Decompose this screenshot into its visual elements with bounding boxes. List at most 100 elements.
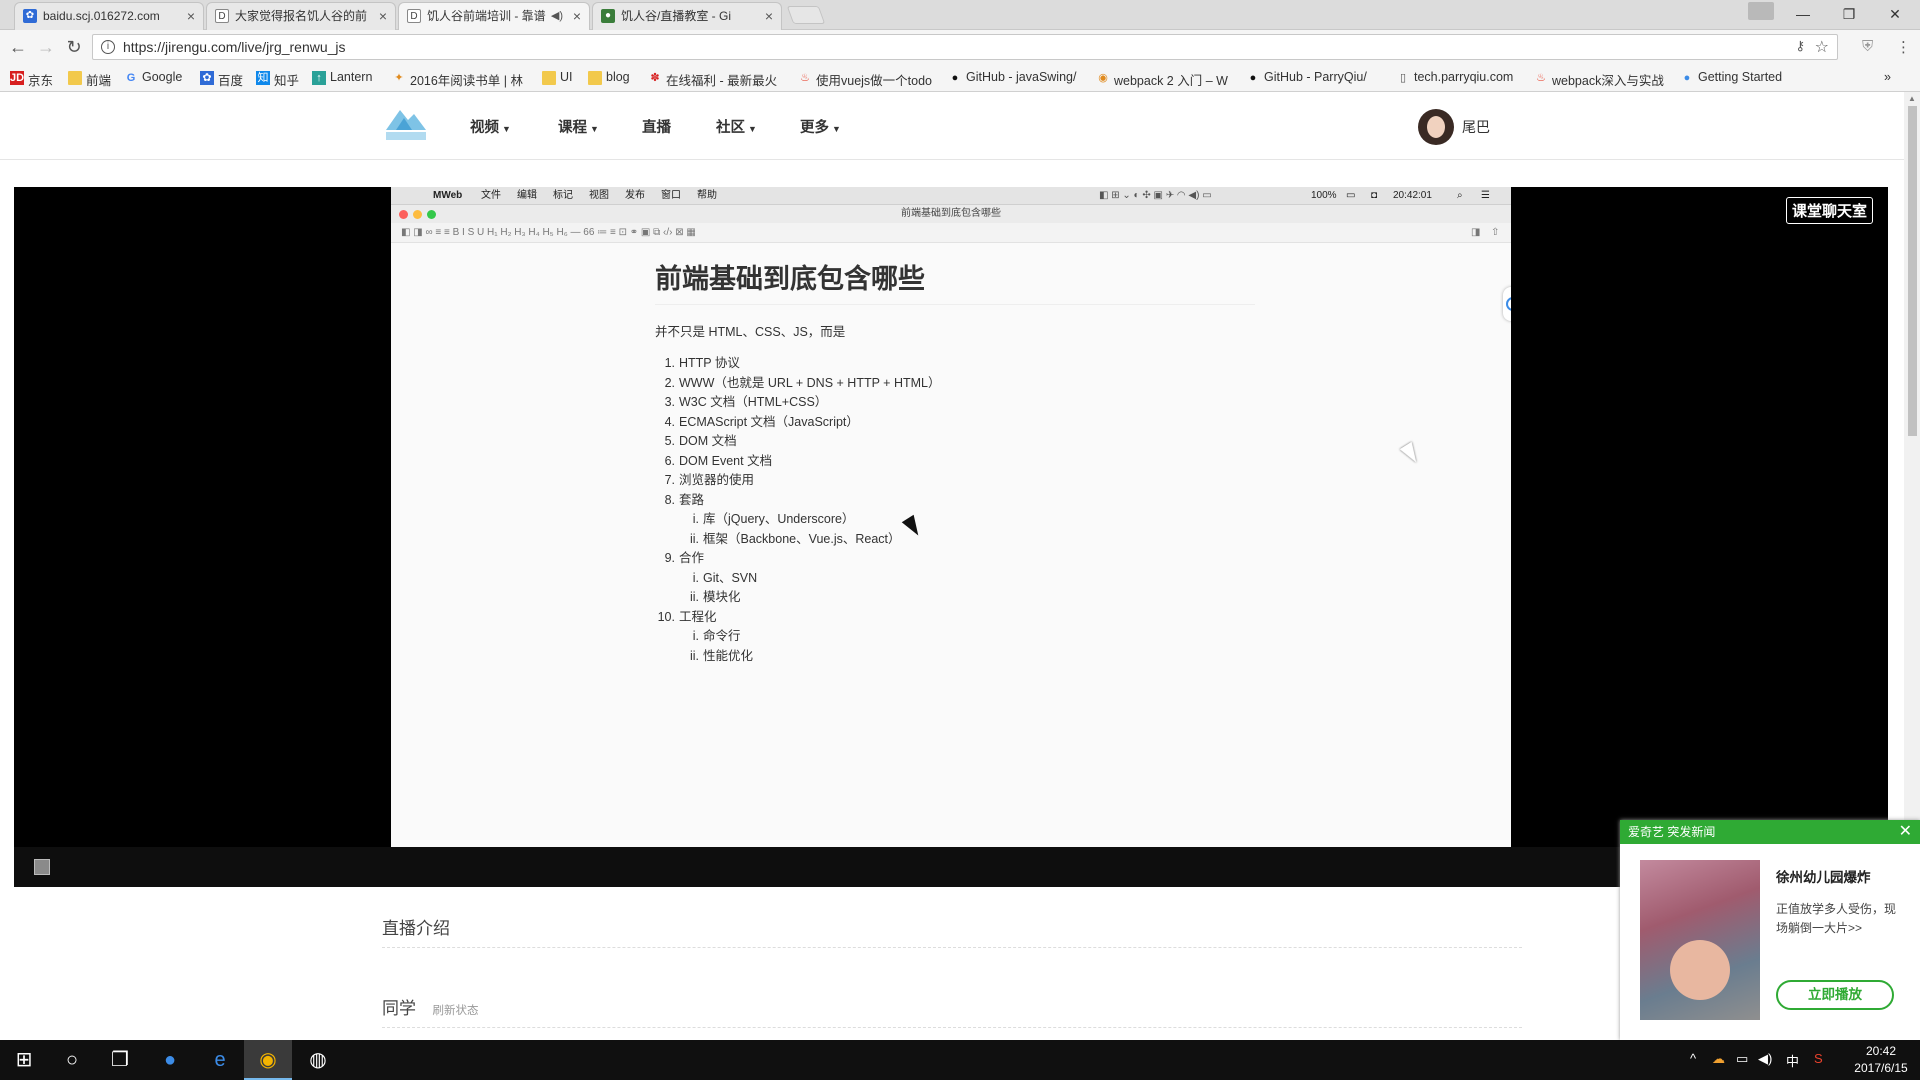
status-icons: ◧ ⊞ ⌄ ◐ ✣ ▣ ✈ ◠ ◀) ▭	[1099, 190, 1212, 201]
bookmark-webpack2[interactable]: ◉ webpack 2 入门 – W	[1096, 70, 1228, 89]
folder-icon	[588, 71, 602, 85]
close-icon[interactable]: ×	[187, 3, 195, 29]
play-now-button[interactable]: 立即播放	[1776, 980, 1894, 1010]
bookmark-google[interactable]: G Google	[124, 70, 183, 84]
news-title[interactable]: 徐州幼儿园爆炸	[1776, 866, 1871, 886]
username[interactable]: 尾巴	[1462, 117, 1490, 137]
browser-tab-2[interactable]: D 大家觉得报名饥人谷的前 ×	[206, 2, 396, 30]
caret-down-icon: ▼	[590, 124, 599, 134]
close-icon[interactable]: ✕	[1899, 820, 1912, 844]
google-icon: G	[126, 72, 136, 84]
stop-icon[interactable]	[34, 859, 50, 875]
volume-icon[interactable]: ◀)	[1758, 1051, 1772, 1067]
extension-icon[interactable]: ⛨	[1862, 38, 1873, 55]
doc-list-item: 9. 合作	[664, 551, 705, 565]
minimize-button[interactable]: —	[1780, 0, 1826, 30]
network-icon[interactable]: ▭	[1736, 1051, 1748, 1067]
minimize-dot	[413, 210, 422, 219]
folder-icon	[68, 71, 82, 85]
site-header: 视频 ▼ 课程 ▼ 直播 社区 ▼ 更多 ▼ 尾巴	[0, 92, 1904, 160]
mweb-toolbar: ◧ ◨ ∞ ≡ ≡ B I S U H₁ H₂ H₃ H₄ H₅ H₆ — 66…	[391, 223, 1511, 243]
bookmark-webpack-deep[interactable]: ♨ webpack深入与实战	[1534, 70, 1664, 89]
bookmark-lantern[interactable]: ↑ Lantern	[312, 70, 372, 85]
url-text[interactable]: https://jirengu.com/live/jrg_renwu_js	[123, 39, 346, 55]
live-video-player[interactable]: MWeb 文件 编辑 标记 视图 发布 窗口 帮助 ◧ ⊞ ⌄ ◐ ✣ ▣ ✈ …	[14, 187, 1888, 887]
forward-icon[interactable]: →	[34, 35, 58, 59]
internet-explorer-icon[interactable]: e	[196, 1040, 244, 1080]
bookmark-vuejs-todo[interactable]: ♨ 使用vuejs做一个todo	[798, 70, 932, 89]
nav-live[interactable]: 直播	[642, 116, 671, 137]
share-icon: ⇧	[1491, 227, 1500, 238]
doc-list-item: 4. ECMAScript 文档（JavaScript）	[664, 414, 859, 429]
doc-list-item: 8. 套路	[664, 492, 705, 507]
bookmark-booklist[interactable]: ✦ 2016年阅读书单 | 林	[392, 70, 523, 89]
info-icon[interactable]: i	[101, 40, 115, 54]
nav-videos[interactable]: 视频 ▼	[470, 116, 511, 137]
doc-list-item: 5. DOM 文档	[664, 434, 737, 448]
mac-menu-bar: MWeb 文件 编辑 标记 视图 发布 窗口 帮助 ◧ ⊞ ⌄ ◐ ✣ ▣ ✈ …	[391, 187, 1511, 205]
news-thumbnail[interactable]	[1640, 860, 1760, 1020]
star-icon[interactable]: ☆	[1815, 37, 1829, 57]
chevron-right-icon[interactable]: »	[1884, 70, 1891, 84]
avatar[interactable]	[1418, 109, 1454, 145]
doc-list-item: 10. 工程化	[657, 609, 717, 624]
chatroom-button[interactable]: 课堂聊天室	[1786, 197, 1874, 224]
speaker-icon[interactable]: ◀)	[551, 3, 563, 29]
tray-app-icon[interactable]: ☁	[1712, 1051, 1725, 1067]
task-view-icon[interactable]: ❐	[96, 1040, 144, 1080]
lantern-icon: ↑	[312, 71, 326, 85]
bookmark-github-parryqiu[interactable]: ● GitHub - ParryQiu/	[1246, 70, 1367, 84]
chrome-icon[interactable]: ◉	[244, 1040, 292, 1080]
back-icon[interactable]: ←	[6, 35, 30, 59]
key-icon[interactable]: ⚷	[1795, 38, 1805, 54]
sogou-icon[interactable]: S	[1814, 1051, 1823, 1066]
doc-list: 1. HTTP 协议 2. WWW（也就是 URL + DNS + HTTP + HT…	[655, 354, 1255, 666]
bookmarks-bar: JD 京东 前端 G Google ✿ 百度 知知乎 ↑ Lantern ✦ 2016年阅…	[0, 64, 1920, 92]
bookmark-folder-ui[interactable]: UI	[542, 70, 573, 85]
bookmark-tech-parryqiu[interactable]: ▯ tech.parryqiu.com	[1396, 70, 1513, 84]
qq-icon[interactable]: ◍	[294, 1040, 342, 1080]
ime-indicator[interactable]: 中	[1786, 1051, 1799, 1070]
close-icon[interactable]: ×	[765, 3, 773, 29]
bookmark-folder-blog[interactable]: blog	[588, 70, 630, 85]
new-tab-button[interactable]	[786, 6, 826, 24]
caret-down-icon: ▼	[502, 124, 511, 134]
edge-icon[interactable]: ●	[146, 1040, 194, 1080]
browser-tab-1[interactable]: ✿ baidu.scj.016272.com ×	[14, 2, 204, 30]
scroll-thumb[interactable]	[1908, 106, 1917, 436]
profile-icon[interactable]	[1748, 2, 1774, 20]
tab-title: 大家觉得报名饥人谷的前	[235, 9, 368, 23]
system-clock[interactable]: 20:42 2017/6/15	[1846, 1043, 1916, 1077]
bookmark-baidu[interactable]: ✿ 百度	[200, 70, 243, 89]
cortana-icon[interactable]: ○	[48, 1040, 96, 1080]
chevron-up-icon[interactable]: ^	[1690, 1051, 1696, 1066]
close-window-button[interactable]: ✕	[1872, 0, 1918, 30]
bookmark-welfare[interactable]: ✽ 在线福利 - 最新最火	[648, 70, 777, 89]
menu-icon[interactable]: ⋮	[1896, 38, 1911, 56]
news-description[interactable]: 正值放学多人受伤，现场躺倒一大片>>	[1776, 900, 1906, 938]
close-icon[interactable]: ×	[573, 3, 581, 29]
nav-community[interactable]: 社区 ▼	[716, 116, 757, 137]
classmates-section: 同学 刷新状态	[382, 994, 1522, 1028]
bookmark-zhihu[interactable]: 知知乎	[256, 70, 299, 89]
bookmark-folder-frontend[interactable]: 前端	[68, 70, 111, 89]
windows-start-icon[interactable]: ⊞	[0, 1040, 48, 1080]
bookmark-github-javaswing[interactable]: ● GitHub - javaSwing/	[948, 70, 1077, 84]
restore-button[interactable]: ❐	[1826, 0, 1872, 30]
nav-more[interactable]: 更多 ▼	[800, 116, 841, 137]
scroll-up-icon[interactable]: ▲	[1908, 94, 1916, 103]
nav-courses[interactable]: 课程 ▼	[558, 116, 599, 137]
close-icon[interactable]: ×	[379, 3, 387, 29]
mweb-sync-icon	[1503, 287, 1511, 321]
browser-tab-4[interactable]: ● 饥人谷/直播教室 - Gi ×	[592, 2, 782, 30]
github-icon: ●	[951, 72, 959, 84]
jirengu-logo[interactable]	[382, 104, 430, 144]
bookmark-jd[interactable]: JD 京东	[10, 70, 53, 89]
d-icon: D	[215, 9, 229, 23]
web-page: 视频 ▼ 课程 ▼ 直播 社区 ▼ 更多 ▼ 尾巴 MWeb 文件 编辑 标记 视图 发…	[0, 92, 1904, 1040]
browser-tab-3-active[interactable]: D 饥人谷前端培训 - 靠谱 ◀) ×	[398, 2, 590, 30]
refresh-status-link[interactable]: 刷新状态	[432, 1005, 478, 1017]
address-bar[interactable]: i https://jirengu.com/live/jrg_renwu_js …	[92, 34, 1838, 60]
bookmark-getting-started[interactable]: ● Getting Started	[1680, 70, 1782, 84]
reload-icon[interactable]: ↻	[62, 35, 86, 59]
